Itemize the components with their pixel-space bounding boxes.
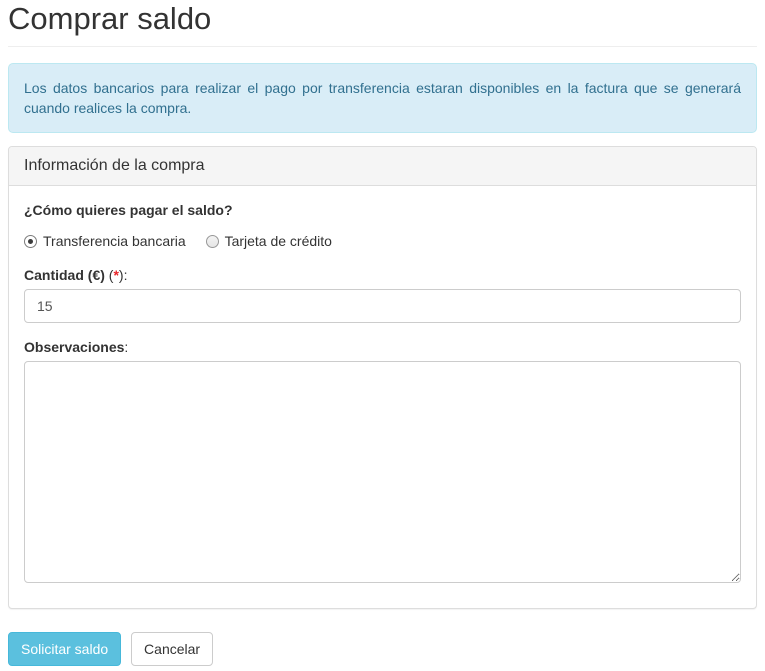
- amount-label-text: Cantidad (€): [24, 267, 105, 283]
- radio-option-tarjeta-credito[interactable]: Tarjeta de crédito: [206, 231, 332, 251]
- info-alert: Los datos bancarios para realizar el pag…: [8, 63, 757, 133]
- amount-label: Cantidad (€) (*):: [24, 266, 741, 284]
- radio-button-tarjeta-icon[interactable]: [206, 235, 219, 248]
- purchase-info-panel: Información de la compra ¿Cómo quieres p…: [8, 146, 757, 609]
- observations-label-text: Observaciones: [24, 339, 124, 355]
- title-divider: [8, 46, 757, 47]
- panel-body: ¿Cómo quieres pagar el saldo? Transferen…: [9, 186, 756, 608]
- amount-label-colon: :: [124, 267, 128, 283]
- amount-form-group: Cantidad (€) (*):: [24, 266, 741, 323]
- cancelar-button[interactable]: Cancelar: [131, 632, 213, 666]
- radio-option-transferencia-bancaria[interactable]: Transferencia bancaria: [24, 231, 186, 251]
- page-title: Comprar saldo: [8, 2, 757, 35]
- amount-input[interactable]: [24, 289, 741, 323]
- radio-label-tarjeta: Tarjeta de crédito: [225, 231, 332, 251]
- payment-method-question-label: ¿Cómo quieres pagar el saldo?: [24, 201, 741, 219]
- observations-label: Observaciones:: [24, 338, 741, 356]
- payment-method-radio-group: Transferencia bancaria Tarjeta de crédit…: [24, 231, 741, 251]
- amount-required-marker: (*):: [105, 267, 128, 283]
- page-container: Comprar saldo Los datos bancarios para r…: [0, 2, 765, 670]
- form-actions: Solicitar saldo Cancelar: [8, 632, 757, 666]
- observations-textarea[interactable]: [24, 361, 741, 583]
- observations-label-colon: :: [124, 339, 128, 355]
- panel-title: Información de la compra: [24, 157, 205, 174]
- panel-header: Información de la compra: [9, 147, 756, 186]
- radio-button-transferencia-icon[interactable]: [24, 235, 37, 248]
- observations-form-group: Observaciones:: [24, 338, 741, 583]
- solicitar-saldo-button[interactable]: Solicitar saldo: [8, 632, 121, 666]
- radio-label-transferencia: Transferencia bancaria: [43, 231, 186, 251]
- info-alert-text: Los datos bancarios para realizar el pag…: [24, 80, 741, 116]
